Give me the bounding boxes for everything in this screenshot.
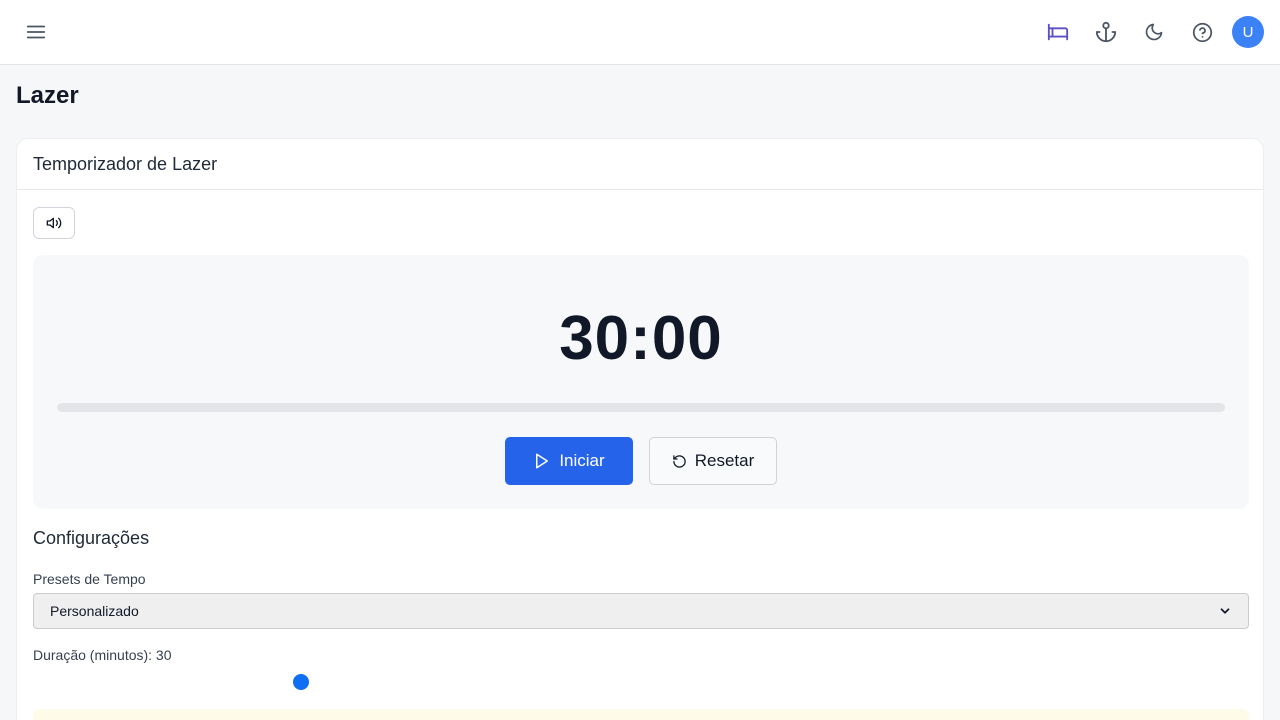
hamburger-menu-icon (26, 25, 46, 39)
help-button[interactable] (1186, 16, 1218, 48)
avatar-initial: U (1242, 23, 1254, 41)
notice-banner (33, 709, 1249, 720)
leisure-mode-button[interactable] (1042, 16, 1074, 48)
volume-icon (46, 217, 62, 229)
start-button[interactable]: Iniciar (505, 437, 633, 485)
bed-icon (1047, 23, 1069, 41)
duration-label: Duração (minutos): 30 (33, 647, 172, 663)
anchor-icon (1095, 21, 1117, 43)
help-circle-icon (1192, 22, 1212, 42)
top-navbar: U (0, 0, 1280, 65)
reset-button[interactable]: Resetar (649, 437, 777, 485)
rotate-ccw-icon (672, 454, 686, 468)
slider-thumb[interactable] (292, 674, 309, 690)
timer-display: 30:00 (559, 304, 723, 373)
card-header: Temporizador de Lazer (17, 139, 1263, 190)
reset-button-label: Resetar (694, 451, 755, 470)
dark-mode-toggle[interactable] (1138, 16, 1170, 48)
preset-label: Presets de Tempo (33, 571, 146, 587)
card-title: Temporizador de Lazer (33, 153, 218, 174)
sound-toggle-button[interactable] (33, 207, 75, 239)
chevron-down-icon (1220, 608, 1230, 614)
progress-bar (57, 403, 1225, 412)
timer-panel: 30:00 Iniciar Resetar (33, 255, 1249, 509)
moon-icon (1145, 23, 1163, 41)
preset-selected-value: Personalizado (50, 603, 139, 619)
menu-button[interactable] (20, 16, 52, 48)
preset-select[interactable]: Personalizado (33, 593, 1249, 629)
user-avatar[interactable]: U (1232, 16, 1264, 48)
page-title: Lazer (16, 82, 79, 109)
duration-slider[interactable] (33, 672, 1249, 692)
settings-title: Configurações (33, 528, 150, 548)
start-button-label: Iniciar (559, 451, 605, 470)
play-icon (536, 453, 549, 469)
timer-card: Temporizador de Lazer 30:00 Iniciar Rese… (16, 138, 1264, 720)
anchor-button[interactable] (1090, 16, 1122, 48)
